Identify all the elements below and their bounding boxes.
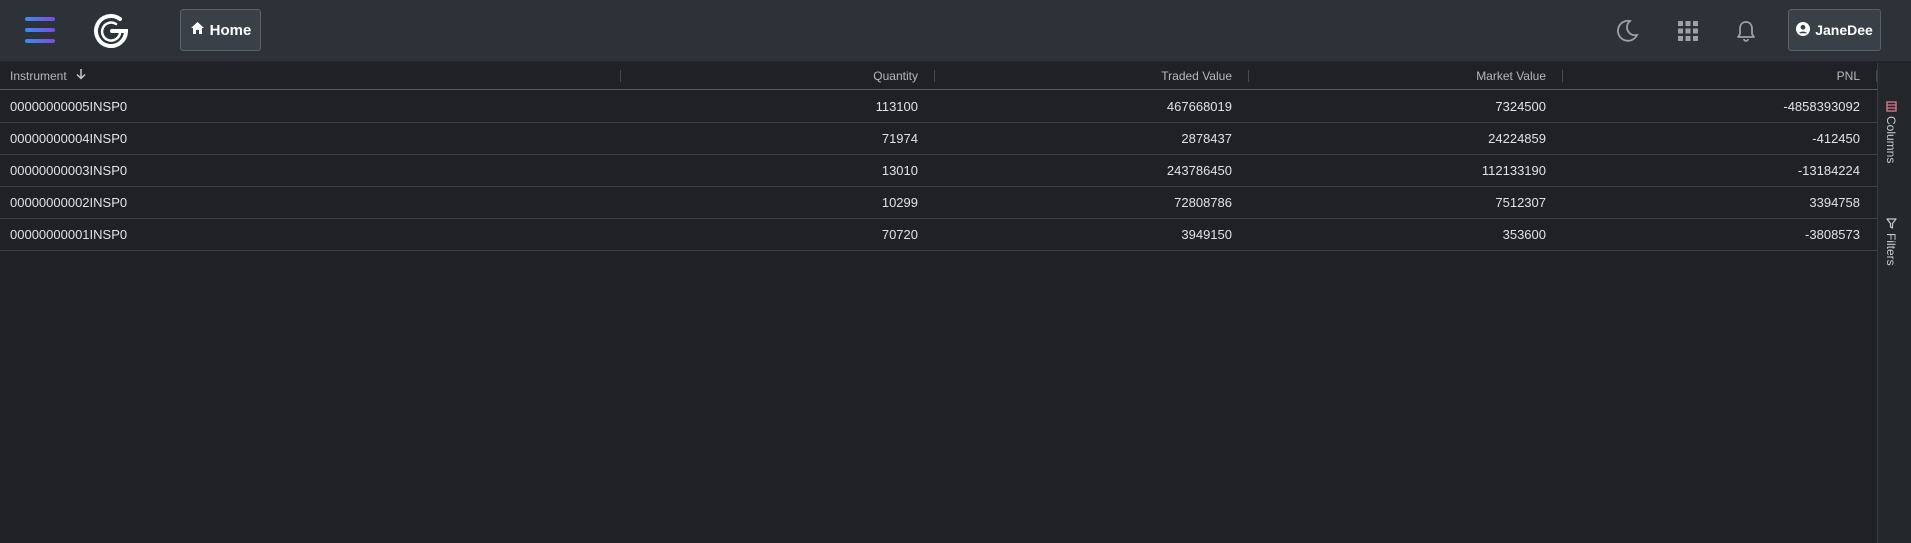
- home-button[interactable]: Home: [180, 9, 261, 51]
- column-header-traded-value[interactable]: Traded Value: [940, 63, 1232, 90]
- column-separator[interactable]: [1248, 70, 1249, 82]
- positions-grid: Instrument Quantity Traded Value Market …: [0, 63, 1877, 543]
- column-header-quantity[interactable]: Quantity: [625, 63, 918, 90]
- cell-traded-value: 3949150: [1181, 227, 1232, 242]
- column-separator[interactable]: [934, 70, 935, 82]
- cell-pnl: -3808573: [1805, 227, 1860, 242]
- cell-market-value: 24224859: [1488, 131, 1546, 146]
- cell-traded-value: 72808786: [1174, 195, 1232, 210]
- column-separator[interactable]: [1562, 70, 1563, 82]
- cell-traded-value: 243786450: [1166, 163, 1232, 178]
- filter-icon: [1884, 218, 1898, 229]
- cell-instrument: 00000000001INSP0: [10, 227, 128, 242]
- table-row[interactable]: 00000000004INSP0 71974 2878437 24224859 …: [0, 123, 1877, 155]
- table-row[interactable]: 00000000005INSP0 113100 467668019 732450…: [0, 91, 1877, 123]
- cell-market-value: 7512307: [1495, 195, 1546, 210]
- cell-quantity: 13010: [881, 163, 918, 178]
- top-navbar: Home JaneDee: [0, 0, 1911, 62]
- user-name: JaneDee: [1815, 22, 1873, 38]
- column-header-pnl[interactable]: PNL: [1568, 63, 1860, 90]
- filters-tab[interactable]: Filters: [1884, 218, 1898, 266]
- home-button-label: Home: [209, 21, 252, 39]
- columns-icon: [1884, 101, 1898, 112]
- cell-market-value: 353600: [1502, 227, 1546, 242]
- table-row[interactable]: 00000000003INSP0 13010 243786450 1121331…: [0, 155, 1877, 187]
- cell-pnl: -412450: [1812, 131, 1860, 146]
- cell-traded-value: 467668019: [1166, 99, 1232, 114]
- cell-pnl: 3394758: [1809, 195, 1860, 210]
- bell-icon[interactable]: [1733, 18, 1759, 44]
- moon-icon[interactable]: [1614, 18, 1640, 44]
- cell-quantity: 71974: [881, 131, 918, 146]
- menu-icon[interactable]: [25, 17, 55, 43]
- user-menu-button[interactable]: JaneDee: [1788, 9, 1881, 51]
- cell-instrument: 00000000003INSP0: [10, 163, 128, 178]
- user-circle-icon: [1796, 21, 1811, 39]
- cell-quantity: 70720: [881, 227, 918, 242]
- grid-header: Instrument Quantity Traded Value Market …: [0, 63, 1877, 90]
- cell-market-value: 112133190: [1481, 163, 1546, 178]
- columns-tab[interactable]: Columns: [1884, 101, 1898, 163]
- app-logo[interactable]: [90, 10, 132, 52]
- home-icon: [190, 21, 205, 39]
- cell-pnl: -13184224: [1797, 163, 1860, 178]
- cell-instrument: 00000000005INSP0: [10, 99, 128, 114]
- cell-instrument: 00000000002INSP0: [10, 195, 128, 210]
- table-row[interactable]: 00000000002INSP0 10299 72808786 7512307 …: [0, 187, 1877, 219]
- cell-traded-value: 2878437: [1181, 131, 1232, 146]
- cell-quantity: 113100: [875, 99, 918, 114]
- table-row[interactable]: 00000000001INSP0 70720 3949150 353600 -3…: [0, 219, 1877, 251]
- cell-pnl: -4858393092: [1783, 99, 1860, 114]
- column-separator[interactable]: [620, 70, 621, 82]
- side-tool-panel: Columns Filters: [1877, 63, 1911, 543]
- cell-market-value: 7324500: [1495, 99, 1546, 114]
- cell-instrument: 00000000004INSP0: [10, 131, 128, 146]
- apps-grid-icon[interactable]: [1675, 18, 1701, 44]
- cell-quantity: 10299: [881, 195, 918, 210]
- column-header-instrument[interactable]: Instrument: [10, 63, 260, 90]
- column-header-market-value[interactable]: Market Value: [1254, 63, 1546, 90]
- sort-arrow-icon: [75, 63, 87, 90]
